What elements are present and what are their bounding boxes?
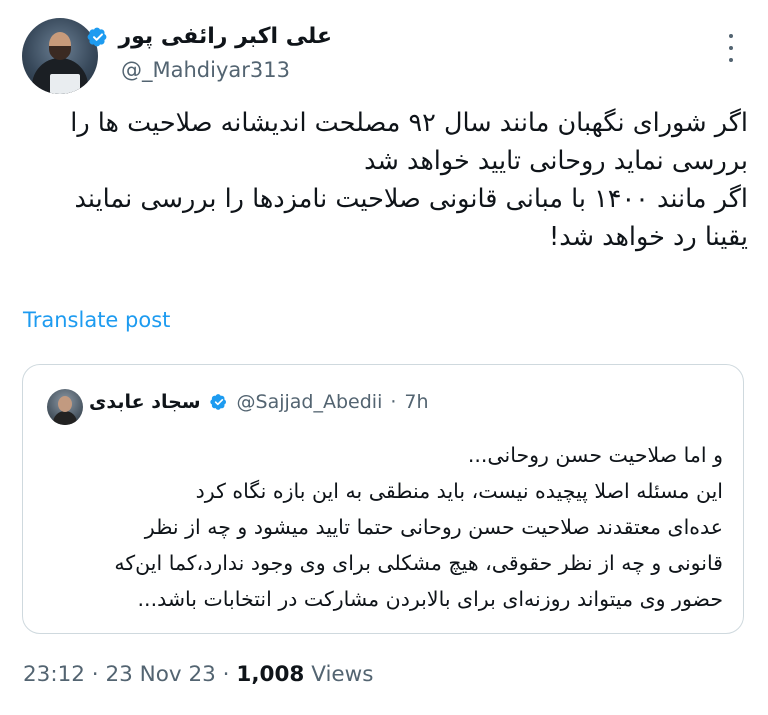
quoted-author-name: سجاد عابدی [89,391,201,413]
tweet-date[interactable]: 23 Nov 23 [105,662,215,687]
quoted-author-avatar [47,389,83,425]
quoted-timestamp: 7h [404,391,429,413]
verified-badge-icon [209,394,226,410]
quoted-tweet-header: سجاد عابدی @Sajjad_Abedii · 7h [89,391,429,413]
translate-post-link[interactable]: Translate post [23,308,170,332]
meta-separator: · [215,662,237,687]
quoted-separator: · [390,391,397,413]
author-handle[interactable]: @_Mahdiyar313 [121,58,290,82]
verified-badge-icon [88,27,107,46]
quoted-tweet-text: و اما صلاحیت حسن روحانی... این مسئله اصل… [114,443,723,611]
tweet-meta: 23:12 · 23 Nov 23 · 1,008 Views [23,662,373,687]
more-options-icon[interactable] [721,34,741,62]
tweet-text: اگر شورای نگهبان مانند سال ۹۲ مصلحت اندی… [70,108,748,252]
tweet-time[interactable]: 23:12 [23,662,85,687]
views-label: Views [304,662,374,687]
author-name[interactable]: علی اکبر رائفی پور [118,24,332,49]
quoted-tweet-card[interactable]: سجاد عابدی @Sajjad_Abedii · 7h و اما صلا… [22,364,744,634]
author-name-row: علی اکبر رائفی پور [86,24,332,49]
meta-separator: · [84,662,106,687]
quoted-author-handle: @Sajjad_Abedii [236,391,383,413]
views-count: 1,008 [236,662,305,687]
